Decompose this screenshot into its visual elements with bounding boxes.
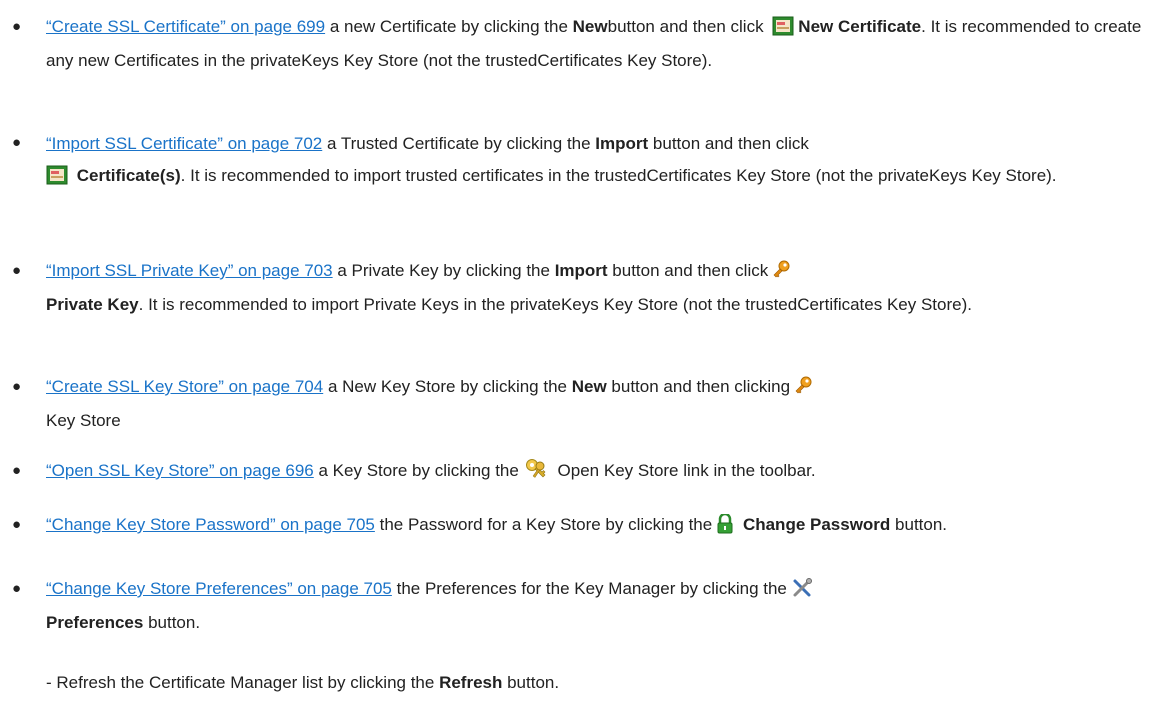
list-item-text: “Import SSL Certificate” on page 702 a T… (46, 128, 1144, 196)
list-item-text: “Change Key Store Password” on page 705 … (46, 510, 1144, 544)
list-item-text: “Create SSL Key Store” on page 704 a New… (46, 372, 1144, 436)
link-create-ssl-certificate[interactable]: “Create SSL Certificate” on page 699 (46, 17, 325, 36)
keys-icon (523, 458, 549, 490)
bullet: ● (12, 262, 22, 279)
link-import-ssl-certificate[interactable]: “Import SSL Certificate” on page 702 (46, 134, 322, 153)
sub-item-refresh: - Refresh the Certificate Manager list b… (46, 673, 560, 692)
key-icon (794, 376, 812, 406)
link-change-key-store-password[interactable]: “Change Key Store Password” on page 705 (46, 515, 375, 534)
lock-icon (716, 512, 734, 544)
link-open-ssl-key-store[interactable]: “Open SSL Key Store” on page 696 (46, 461, 314, 480)
key-icon (772, 260, 790, 290)
document-page: ● “Create SSL Certificate” on page 699 a… (0, 0, 1152, 704)
bullet: ● (12, 378, 22, 395)
bullet: ● (12, 516, 22, 533)
link-create-ssl-key-store[interactable]: “Create SSL Key Store” on page 704 (46, 377, 323, 396)
certificate-icon (46, 164, 68, 196)
bullet: ● (12, 462, 22, 479)
link-import-ssl-private-key[interactable]: “Import SSL Private Key” on page 703 (46, 261, 333, 280)
bullet: ● (12, 134, 22, 151)
certificate-icon (772, 16, 794, 46)
bullet: ● (12, 18, 22, 35)
bullet: ● (12, 580, 22, 597)
list-item-text: “Import SSL Private Key” on page 703 a P… (46, 260, 972, 314)
tools-icon (791, 578, 813, 608)
list-item-text: “Change Key Store Preferences” on page 7… (46, 574, 1144, 638)
list-item-text: “Open SSL Key Store” on page 696 a Key S… (46, 456, 1144, 490)
link-change-key-store-preferences[interactable]: “Change Key Store Preferences” on page 7… (46, 579, 392, 598)
list-item-text: “Create SSL Certificate” on page 699 a n… (46, 16, 1142, 70)
